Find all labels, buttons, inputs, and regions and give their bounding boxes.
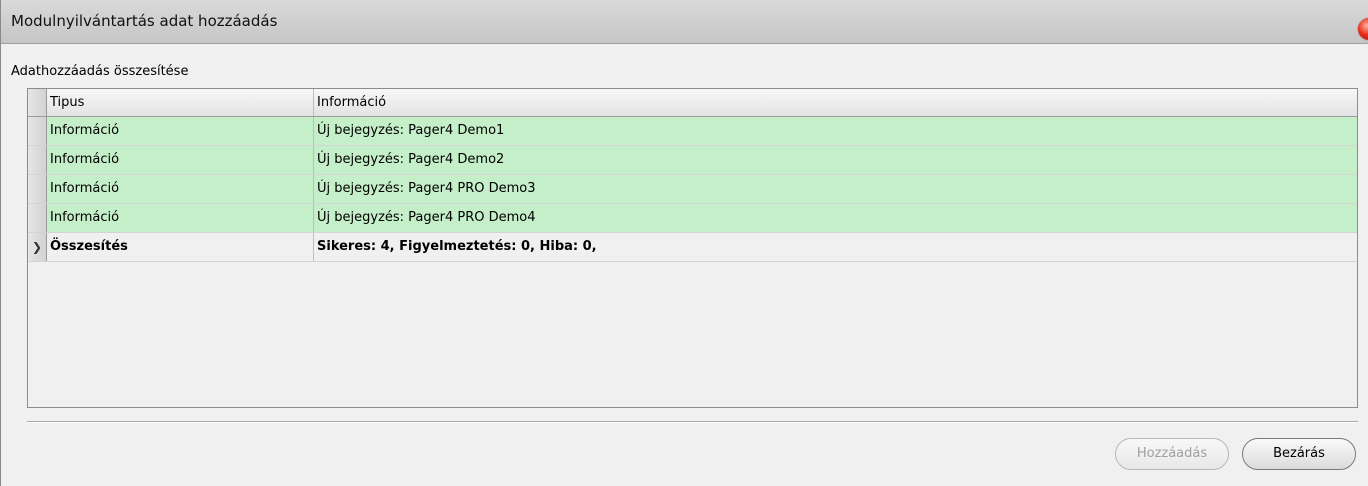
cell-info: Új bejegyzés: Pager4 Demo2: [317, 152, 505, 167]
close-icon[interactable]: [1358, 18, 1368, 40]
window-title: Modulnyilvántartás adat hozzáadás: [11, 12, 278, 30]
row-indicator[interactable]: [28, 117, 47, 145]
table-row[interactable]: Információ Új bejegyzés: Pager4 PRO Demo…: [28, 204, 1357, 233]
row-indicator[interactable]: [28, 146, 47, 174]
row-pointer-icon: ❯: [32, 240, 43, 254]
column-header-type[interactable]: Tipus: [48, 89, 314, 116]
header-indicator: [28, 89, 47, 116]
summary-info: Sikeres: 4, Figyelmeztetés: 0, Hiba: 0,: [317, 239, 597, 254]
divider: [27, 421, 1358, 423]
cell-info: Új bejegyzés: Pager4 PRO Demo3: [317, 181, 536, 196]
cell-type: Információ: [48, 146, 314, 174]
section-label: Adathozzáadás összesítése: [11, 64, 189, 79]
row-indicator[interactable]: ❯: [28, 233, 47, 261]
grid-header: Tipus Információ: [28, 89, 1357, 117]
table-row[interactable]: Információ Új bejegyzés: Pager4 Demo1: [28, 117, 1357, 146]
summary-row[interactable]: ❯ Összesítés Sikeres: 4, Figyelmeztetés:…: [28, 233, 1357, 262]
add-button[interactable]: Hozzáadás: [1115, 438, 1229, 470]
cell-info: Új bejegyzés: Pager4 Demo1: [317, 123, 505, 138]
row-indicator[interactable]: [28, 175, 47, 203]
column-header-info[interactable]: Információ: [315, 89, 1355, 116]
table-row[interactable]: Információ Új bejegyzés: Pager4 PRO Demo…: [28, 175, 1357, 204]
cell-type: Információ: [48, 117, 314, 145]
table-row[interactable]: Információ Új bejegyzés: Pager4 Demo2: [28, 146, 1357, 175]
row-indicator[interactable]: [28, 204, 47, 232]
summary-grid[interactable]: Tipus Információ Információ Új bejegyzés…: [27, 88, 1358, 408]
dialog-window: Modulnyilvántartás adat hozzáadás Adatho…: [0, 0, 1368, 486]
close-button[interactable]: Bezárás: [1242, 438, 1356, 470]
cell-info: Új bejegyzés: Pager4 PRO Demo4: [317, 210, 536, 225]
cell-type: Információ: [48, 175, 314, 203]
title-bar[interactable]: Modulnyilvántartás adat hozzáadás: [1, 0, 1368, 44]
cell-type: Információ: [48, 204, 314, 232]
summary-type: Összesítés: [48, 233, 314, 261]
